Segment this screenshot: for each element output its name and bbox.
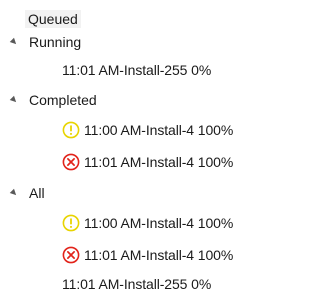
error-icon	[62, 246, 80, 264]
tree-group-all[interactable]: All	[4, 180, 45, 206]
tree-item-label: 11:01 AM-Install-4 100%	[84, 154, 234, 170]
tree-item[interactable]: 11:01 AM-Install-255 0%	[62, 271, 211, 297]
warning-icon	[62, 214, 80, 232]
tree-item-label: 11:01 AM-Install-255 0%	[62, 276, 212, 292]
tree-item[interactable]: 11:01 AM-Install-4 100%	[62, 242, 233, 268]
tree-item-label: 11:00 AM-Install-4 100%	[84, 122, 234, 138]
tree-item[interactable]: 11:00 AM-Install-4 100%	[62, 210, 233, 236]
expand-collapse-toggle[interactable]	[4, 87, 24, 113]
tree-node-label: Queued	[25, 10, 81, 28]
tree-item[interactable]: 11:01 AM-Install-4 100%	[62, 149, 233, 175]
tree-group-completed[interactable]: Completed	[4, 87, 97, 113]
tree-item[interactable]: 11:00 AM-Install-4 100%	[62, 117, 233, 143]
expanded-triangle-icon	[9, 188, 19, 198]
tree-group-label: Running	[29, 34, 82, 50]
warning-icon	[62, 121, 80, 139]
expanded-triangle-icon	[9, 95, 19, 105]
tree-group-running[interactable]: Running	[4, 29, 81, 55]
tree-group-label: All	[29, 185, 45, 201]
task-tree: Queued Running 11:01 AM-Install-255 0% C…	[0, 0, 273, 301]
expand-collapse-toggle[interactable]	[4, 180, 24, 206]
error-icon	[62, 153, 80, 171]
tree-item-label: 11:01 AM-Install-255 0%	[62, 62, 212, 78]
tree-item[interactable]: 11:01 AM-Install-255 0%	[62, 57, 211, 83]
expand-collapse-toggle[interactable]	[4, 29, 24, 55]
tree-item-label: 11:00 AM-Install-4 100%	[84, 215, 234, 231]
expanded-triangle-icon	[9, 37, 19, 47]
tree-item-label: 11:01 AM-Install-4 100%	[84, 247, 234, 263]
tree-group-label: Completed	[29, 92, 97, 108]
